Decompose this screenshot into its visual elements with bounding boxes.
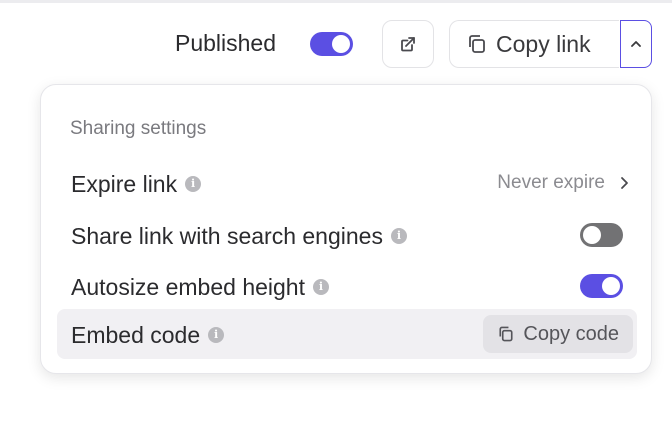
share-toolbar: Published Copy link (0, 20, 672, 70)
info-icon[interactable]: i (390, 227, 407, 244)
expire-link-row[interactable]: Expire link i Never expire (57, 159, 637, 207)
embed-code-text: Embed code (71, 322, 201, 348)
external-link-icon (401, 37, 415, 52)
open-in-new-tab-button[interactable] (382, 20, 434, 68)
autosize-embed-row: Autosize embed height i (57, 262, 637, 310)
copy-icon (469, 35, 485, 53)
published-label: Published (175, 30, 277, 56)
toggle-knob (583, 226, 601, 244)
share-search-engines-text: Share link with search engines (71, 223, 383, 249)
expire-value-text: Never expire (497, 172, 605, 193)
copy-icon (499, 326, 513, 342)
info-icon[interactable]: i (208, 326, 225, 343)
copy-code-label: Copy code (523, 322, 619, 345)
info-icon[interactable]: i (185, 175, 202, 192)
share-search-engines-label: Share link with search engines i (71, 223, 407, 250)
autosize-embed-toggle[interactable] (580, 274, 623, 298)
chevron-up-icon (631, 41, 641, 47)
top-divider (0, 0, 672, 3)
sharing-settings-panel: Sharing settings Expire link i Never expi… (40, 84, 652, 374)
expire-value[interactable]: Never expire (497, 172, 631, 194)
share-search-engines-row: Share link with search engines i (57, 211, 637, 259)
autosize-embed-text: Autosize embed height (71, 274, 305, 300)
embed-code-row: Embed code i Copy code (57, 309, 637, 359)
share-options-dropdown-button[interactable] (620, 20, 652, 68)
info-icon[interactable]: i (313, 278, 329, 295)
panel-title: Sharing settings (70, 118, 207, 139)
toggle-knob (602, 277, 620, 295)
published-toggle[interactable] (310, 32, 353, 56)
embed-code-label: Embed code i (71, 322, 225, 349)
copy-link-label: Copy link (496, 30, 591, 57)
copy-link-button[interactable]: Copy link (449, 20, 619, 68)
expire-link-text: Expire link (71, 171, 178, 197)
chevron-right-icon (621, 177, 628, 189)
autosize-embed-label: Autosize embed height i (71, 274, 329, 301)
share-search-engines-toggle[interactable] (580, 223, 623, 247)
toggle-knob (332, 35, 350, 53)
copy-code-button[interactable]: Copy code (483, 315, 633, 353)
expire-link-label: Expire link i (71, 171, 202, 198)
